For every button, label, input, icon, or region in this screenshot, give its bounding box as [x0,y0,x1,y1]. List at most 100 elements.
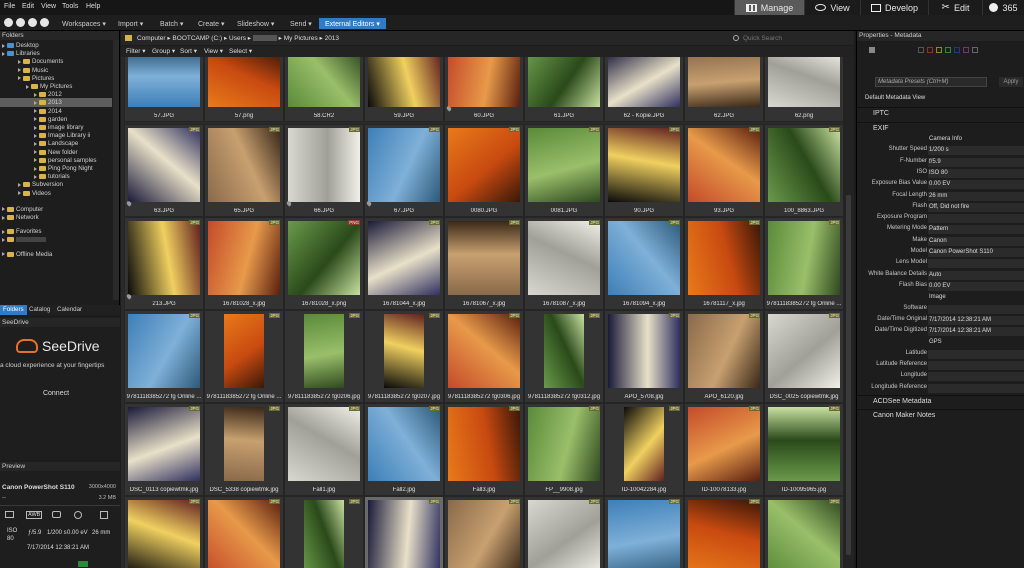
exif-value[interactable]: Off, Did not fire [928,202,1024,212]
exif-value[interactable] [928,383,1024,393]
thumbnail-cell[interactable]: JPG 16781117_x.jpg [684,217,764,310]
mode-view-tab[interactable]: View [804,0,860,15]
thumbnail-cell[interactable]: JPG 100_8863.JPG [764,124,843,217]
forward-icon[interactable] [16,18,25,27]
thumbnail-cell[interactable]: JPG [204,496,284,568]
swatch-gray[interactable] [918,47,924,53]
breadcrumb-bootcamp[interactable]: BOOTCAMP (C:) [172,35,222,42]
thumbnail-cell[interactable]: JPG [524,496,604,568]
thumbnail-cell[interactable]: JPG [364,496,444,568]
workspaces-button[interactable]: Workspaces ▾ [62,18,106,29]
canon-maker-notes-section[interactable]: Canon Maker Notes [857,409,1024,420]
thumbnail-cell[interactable]: JPG [284,496,364,568]
thumbnail-cell[interactable]: JPG DSC_0113 copiewtmk.jpg [124,403,204,496]
expand-arrow-icon[interactable] [18,59,21,64]
mode-manage-tab[interactable]: Manage [734,0,804,15]
thumbnail-cell[interactable]: JPG 67.JPG [364,124,444,217]
menu-file[interactable]: File [4,3,15,10]
expand-arrow-icon[interactable] [2,215,5,220]
expand-arrow-icon[interactable] [2,237,5,242]
thumbnail-cell[interactable]: JPG 90.JPG [604,124,684,217]
tab-folders[interactable]: Folders [0,305,27,315]
expand-arrow-icon[interactable] [34,174,37,179]
thumbnail-cell[interactable]: JPG 16781094_x.jpg [604,217,684,310]
exif-value[interactable]: ISO 80 [928,168,1024,178]
exif-section[interactable]: EXIF [857,122,1024,133]
thumbnail-cell[interactable]: 57.JPG [124,57,204,122]
thumbnail-cell[interactable]: JPG Fall3.jpg [444,403,524,496]
tab-catalog[interactable]: Catalog [26,305,53,315]
thumbnail-cell[interactable]: JPG [444,496,524,568]
expand-arrow-icon[interactable] [2,229,5,234]
back-icon[interactable] [4,18,13,27]
thumbnail-cell[interactable]: 61.JPG [524,57,604,122]
expand-arrow-icon[interactable] [34,158,37,163]
exif-value[interactable]: Canon [928,236,1024,246]
thumbnail-cell[interactable]: JPG Fall2.jpg [364,403,444,496]
swatch-red[interactable] [927,47,933,53]
expand-arrow-icon[interactable] [34,109,37,114]
thumbnail-cell[interactable]: JPG 9781118385272 fg Online ... [764,217,843,310]
exif-value[interactable] [928,259,1024,269]
breadcrumb-computer[interactable]: Computer [137,35,166,42]
breadcrumb-my-pictures[interactable]: My Pictures [284,35,318,42]
checkbox-icon[interactable] [869,47,875,53]
apply-button[interactable]: Apply [999,77,1023,87]
thumbnail-cell[interactable]: JPG 0080.JPG [444,124,524,217]
folder-tree-item[interactable]: Offline Media [0,250,112,259]
menu-view[interactable]: View [41,3,56,10]
thumbnail-cell[interactable]: JPG 9781118385272 fg0207.jpg [364,310,444,403]
thumbnail-cell[interactable]: JPG 66.JPG [284,124,364,217]
exif-value[interactable]: Canon PowerShot S110 [928,248,1024,257]
select-menu[interactable]: Select ▾ [229,47,252,55]
exif-value[interactable]: Pattern [928,225,1024,235]
thumbnail-cell[interactable]: JPG [604,496,684,568]
thumbnail-cell[interactable]: JPG 93.JPG [684,124,764,217]
thumbnail-cell[interactable]: 59.JPG [364,57,444,122]
thumbnail-cell[interactable]: JPG 16781067_x.jpg [444,217,524,310]
thumbnail-cell[interactable]: JPG DSC_5338 copiewtmk.jpg [204,403,284,496]
expand-arrow-icon[interactable] [18,191,21,196]
exif-value[interactable] [928,214,1024,224]
expand-arrow-icon[interactable] [18,182,21,187]
expand-arrow-icon[interactable] [34,100,37,105]
batch-button[interactable]: Batch ▾ [160,18,183,29]
tab-calendar[interactable]: Calendar [54,305,85,315]
search-input[interactable] [743,33,843,43]
grid-scrollbar[interactable] [843,57,854,568]
expand-arrow-icon[interactable] [2,51,5,56]
import-button[interactable]: Import ▾ [118,18,143,29]
thumbnail-cell[interactable]: JPG 16781028_x.jpg [204,217,284,310]
exif-value[interactable]: 26 mm [928,191,1024,201]
thumbnail-cell[interactable]: JPG ID-10078133.jpg [684,403,764,496]
thumbnail-cell[interactable]: 62 - Kopie.JPG [604,57,684,122]
swatch-green[interactable] [945,47,951,53]
menu-edit[interactable]: Edit [22,3,34,10]
expand-arrow-icon[interactable] [18,68,21,73]
external-editors-button[interactable]: External Editors ▾ [319,18,386,29]
expand-arrow-icon[interactable] [18,76,21,81]
thumbnail-cell[interactable]: JPG 0081.JPG [524,124,604,217]
grid-scroll-thumb[interactable] [846,195,851,555]
swatch-blue[interactable] [954,47,960,53]
exif-value[interactable]: f/5.9 [928,157,1024,167]
preset-select[interactable]: Metadata Presets (Ctrl+M) [875,77,987,87]
thumbnail-cell[interactable]: JPG [684,496,764,568]
expand-arrow-icon[interactable] [34,133,37,138]
expand-arrow-icon[interactable] [34,166,37,171]
thumbnail-cell[interactable]: 57.png [204,57,284,122]
mode-develop-tab[interactable]: Develop [860,0,928,15]
swatch-none[interactable] [972,47,978,53]
thumbnail-cell[interactable]: JPG [124,496,204,568]
thumbnail-cell[interactable]: 62.png [764,57,843,122]
thumbnail-cell[interactable]: JPG 9781118385272 fg Online ... [204,310,284,403]
view-menu[interactable]: View ▾ [204,47,223,55]
group-menu[interactable]: Group ▾ [152,47,175,55]
exif-value[interactable]: 1/200 s [928,146,1024,156]
expand-arrow-icon[interactable] [2,207,5,212]
expand-arrow-icon[interactable] [34,141,37,146]
connect-button[interactable]: Connect [36,390,76,400]
thumbnail-cell[interactable]: PNG 16781028_x.png [284,217,364,310]
expand-arrow-icon[interactable] [34,150,37,155]
swatch-yellow[interactable] [936,47,942,53]
